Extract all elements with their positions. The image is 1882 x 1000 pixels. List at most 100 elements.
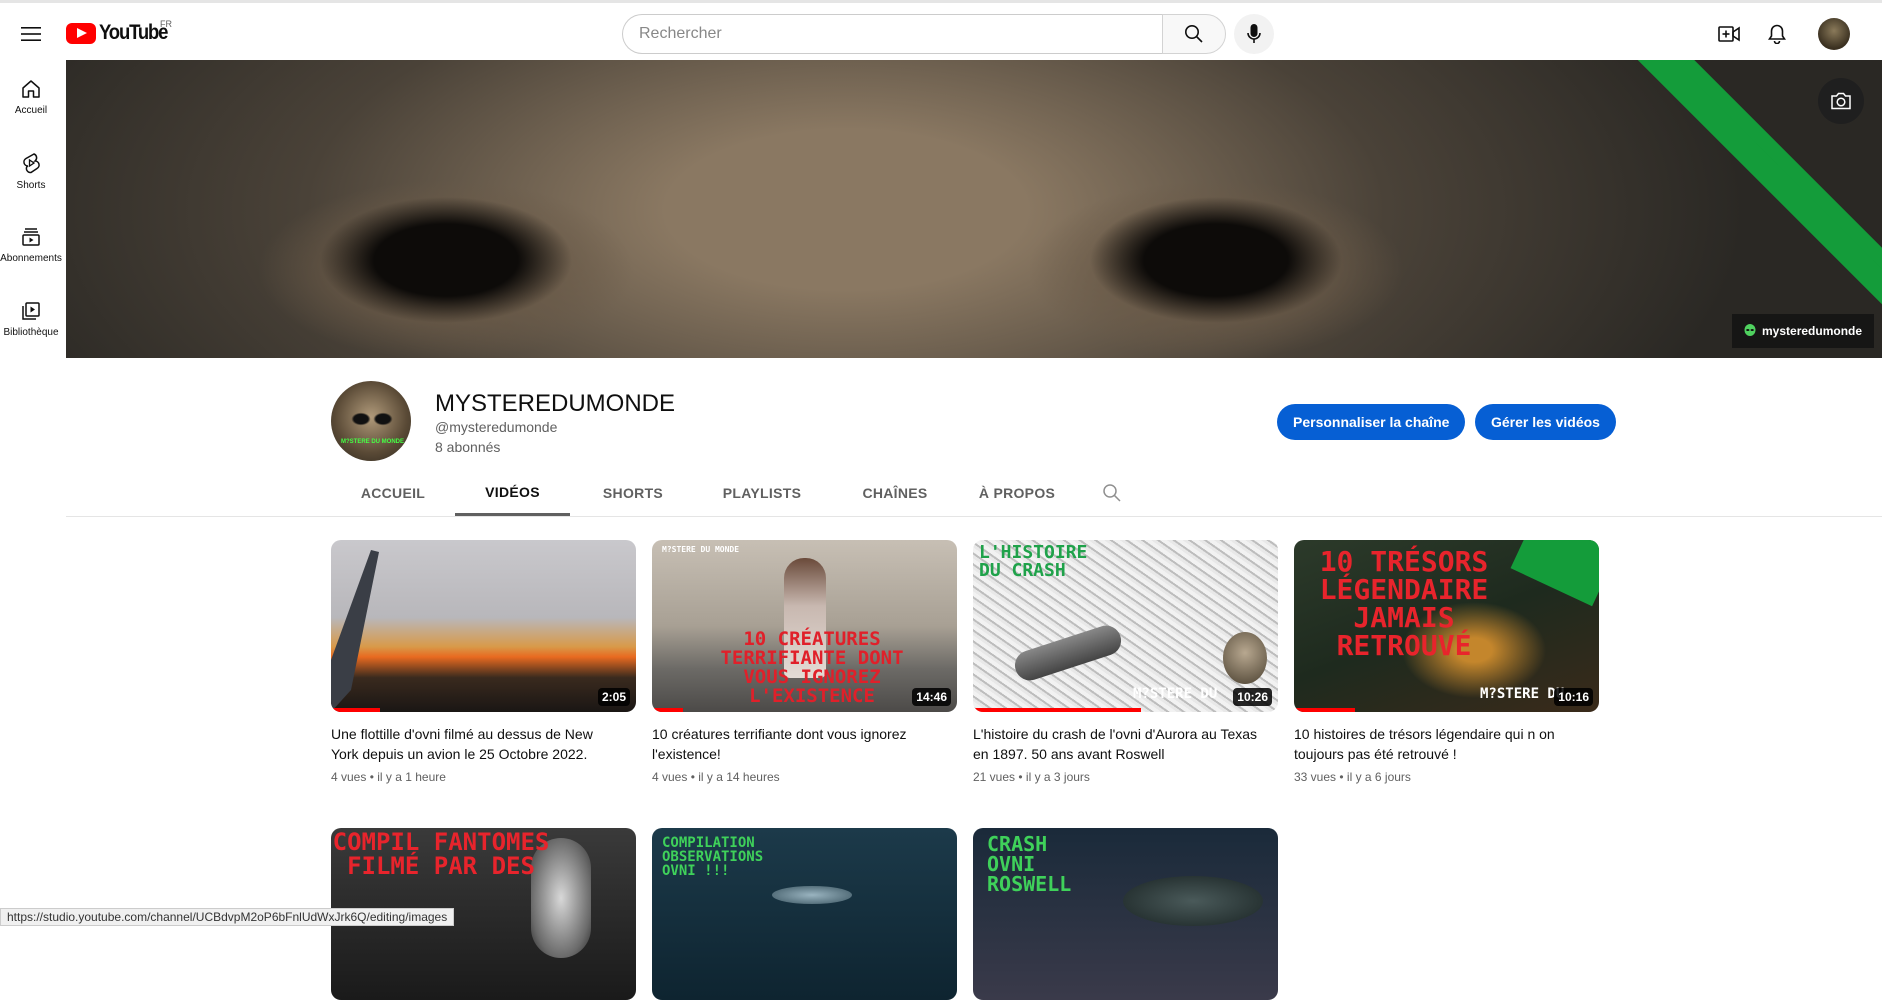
watch-progress-bar <box>973 708 1141 712</box>
sidebar-item-label: Abonnements <box>0 252 62 264</box>
video-title[interactable]: L'histoire du crash de l'ovni d'Aurora a… <box>973 724 1263 764</box>
banner-link-label: mysteredumonde <box>1762 324 1863 338</box>
channel-tabs: ACCUEIL VIDÉOS SHORTS PLAYLISTS CHAÎNES … <box>331 470 1152 516</box>
account-avatar[interactable] <box>1818 18 1850 50</box>
search-icon <box>1103 484 1121 502</box>
video-card[interactable]: M?STERE DU MONDE 10 CRÉATURES TERRIFIANT… <box>652 540 957 784</box>
manage-videos-button[interactable]: Gérer les vidéos <box>1475 404 1616 440</box>
view-count: 21 vues <box>973 770 1016 784</box>
upload-age: il y a 6 jours <box>1346 770 1411 784</box>
sidebar-item-label: Accueil <box>14 104 48 116</box>
view-count: 4 vues <box>652 770 688 784</box>
video-thumbnail[interactable]: 2:05 <box>331 540 636 712</box>
browser-status-url: https://studio.youtube.com/channel/UCBdv… <box>0 908 455 926</box>
video-thumbnail[interactable]: CRASH OVNI ROSWELL <box>973 828 1278 1000</box>
video-meta: 4 vues • il y a 14 heures <box>652 770 780 784</box>
channel-handle: @mysteredumonde <box>435 419 558 435</box>
notifications-button[interactable] <box>1761 18 1793 50</box>
top-bar: YouTube FR Rechercher <box>0 0 1882 60</box>
watch-progress-bar <box>1294 708 1355 712</box>
subscriptions-icon <box>22 227 40 246</box>
tab-accueil[interactable]: ACCUEIL <box>331 470 455 516</box>
hamburger-menu-icon[interactable] <box>14 17 48 51</box>
sidebar-item-shorts[interactable]: Shorts <box>0 134 62 208</box>
tab-a-propos[interactable]: À PROPOS <box>962 470 1072 516</box>
video-thumbnail[interactable]: COMPILATION OBSERVATIONS OVNI !!! <box>652 828 957 1000</box>
sidebar-item-label: Shorts <box>16 179 46 191</box>
video-card[interactable]: L'HISTOIRE DU CRASH M?STERE DU 10:26 L'h… <box>973 540 1278 784</box>
alien-head-graphic <box>1223 632 1267 684</box>
video-title[interactable]: Une flottille d'ovni filmé au dessus de … <box>331 724 621 764</box>
thumbnail-text: COMPILATION OBSERVATIONS OVNI !!! <box>662 835 764 879</box>
thumbnail-text: L'HISTOIRE DU CRASH <box>979 542 1088 581</box>
avatar-caption: M?STERE DU MONDE <box>341 439 404 445</box>
youtube-play-icon <box>66 22 96 44</box>
shorts-icon <box>23 152 40 173</box>
video-duration: 2:05 <box>597 688 630 706</box>
search-input[interactable]: Rechercher <box>622 14 1162 54</box>
channel-avatar[interactable]: M?STERE DU MONDE <box>331 381 411 461</box>
banner-channel-link[interactable]: mysteredumonde <box>1732 314 1875 348</box>
video-card[interactable]: CRASH OVNI ROSWELL <box>973 828 1278 1000</box>
edit-banner-button[interactable] <box>1818 78 1864 124</box>
channel-search-button[interactable] <box>1072 470 1152 516</box>
bell-icon <box>1768 24 1786 44</box>
ufo-wreck-graphic <box>1011 621 1125 685</box>
thumbnail-text: 10 TRÉSORS LÉGENDAIRE JAMAIS RETROUVÉ <box>1319 545 1489 662</box>
voice-search-button[interactable] <box>1234 14 1274 54</box>
camera-icon <box>1831 92 1851 110</box>
video-card[interactable]: COMPILATION OBSERVATIONS OVNI !!! <box>652 828 957 1000</box>
search-icon <box>1185 25 1203 43</box>
video-duration: 10:26 <box>1233 688 1272 706</box>
thumbnail-tag: M?STERE DU <box>1480 686 1565 702</box>
video-plus-icon <box>1718 26 1740 42</box>
thumbnail-tag: M?STERE DU MONDE <box>662 545 740 554</box>
tab-shorts[interactable]: SHORTS <box>570 470 696 516</box>
airplane-wing-graphic <box>331 550 379 712</box>
upload-age: il y a 14 heures <box>698 770 780 784</box>
video-card[interactable]: 2:05 Une flottille d'ovni filmé au dessu… <box>331 540 636 784</box>
sidebar-item-label: Bibliothèque <box>3 326 59 338</box>
search-button[interactable] <box>1162 14 1226 54</box>
watch-progress-bar <box>331 708 380 712</box>
green-corner-stripe <box>1510 540 1599 607</box>
view-count: 4 vues <box>331 770 367 784</box>
logo-text: YouTube <box>99 21 168 44</box>
customize-channel-button[interactable]: Personnaliser la chaîne <box>1277 404 1466 440</box>
thumbnail-text: COMPIL FANTOMES FILMÉ PAR DES <box>332 828 550 880</box>
video-meta: 33 vues • il y a 6 jours <box>1294 770 1411 784</box>
tab-videos[interactable]: VIDÉOS <box>455 470 570 516</box>
channel-name: MYSTEREDUMONDE <box>435 390 676 417</box>
mini-guide-sidebar: Accueil Shorts Abonnements Bibliothèque <box>0 60 62 356</box>
view-count: 33 vues <box>1294 770 1337 784</box>
video-duration: 14:46 <box>912 688 951 706</box>
sidebar-item-subscriptions[interactable]: Abonnements <box>0 208 62 282</box>
video-card[interactable]: 10 TRÉSORS LÉGENDAIRE JAMAIS RETROUVÉ M?… <box>1294 540 1599 784</box>
tab-playlists[interactable]: PLAYLISTS <box>696 470 828 516</box>
subscriber-count: 8 abonnés <box>435 439 501 455</box>
upload-age: il y a 1 heure <box>377 770 446 784</box>
channel-banner: mysteredumonde <box>66 60 1882 358</box>
thumbnail-text: CRASH OVNI ROSWELL <box>987 832 1072 896</box>
video-title[interactable]: 10 créatures terrifiante dont vous ignor… <box>652 724 942 764</box>
sidebar-item-library[interactable]: Bibliothèque <box>0 282 62 356</box>
sidebar-item-home[interactable]: Accueil <box>0 60 62 134</box>
alien-head-icon <box>1744 324 1756 336</box>
video-meta: 4 vues • il y a 1 heure <box>331 770 446 784</box>
video-duration: 10:16 <box>1554 688 1593 706</box>
home-icon <box>22 79 40 98</box>
upload-age: il y a 3 jours <box>1025 770 1090 784</box>
thumbnail-tag: M?STERE DU <box>1133 686 1218 702</box>
video-thumbnail[interactable]: 10 TRÉSORS LÉGENDAIRE JAMAIS RETROUVÉ M?… <box>1294 540 1599 712</box>
tabs-divider <box>66 516 1882 517</box>
video-thumbnail[interactable]: L'HISTOIRE DU CRASH M?STERE DU 10:26 <box>973 540 1278 712</box>
library-icon <box>22 301 40 320</box>
country-code: FR <box>160 19 172 29</box>
watch-progress-bar <box>652 708 683 712</box>
thumbnail-text: 10 CRÉATURES TERRIFIANTE DONT VOUS IGNOR… <box>720 628 904 707</box>
create-video-button[interactable] <box>1713 18 1745 50</box>
microphone-icon <box>1247 24 1261 43</box>
video-title[interactable]: 10 histoires de trésors légendaire qui n… <box>1294 724 1584 764</box>
tab-chaines[interactable]: CHAÎNES <box>828 470 962 516</box>
video-thumbnail[interactable]: M?STERE DU MONDE 10 CRÉATURES TERRIFIANT… <box>652 540 957 712</box>
